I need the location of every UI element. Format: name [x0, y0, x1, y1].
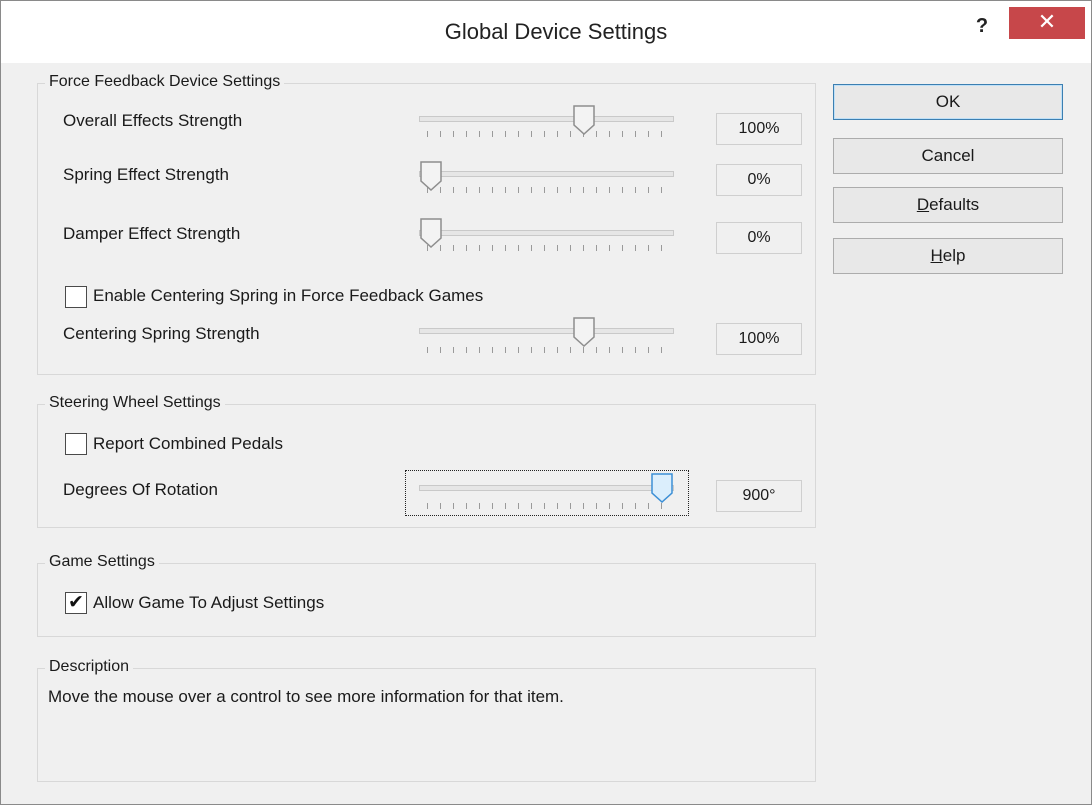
ok-button[interactable]: OK: [833, 84, 1063, 120]
degrees-of-rotation-label: Degrees Of Rotation: [63, 480, 218, 499]
title-bar: Global Device Settings ? ✕: [1, 1, 1091, 63]
centering-spring-slider[interactable]: [419, 328, 674, 334]
cancel-button[interactable]: Cancel: [833, 138, 1063, 174]
damper-effect-slider[interactable]: [419, 230, 674, 236]
checkmark-icon: ✔: [68, 592, 84, 613]
dialog-window: Global Device Settings ? ✕ Force Feedbac…: [0, 0, 1092, 805]
force-feedback-group-title: Force Feedback Device Settings: [45, 73, 285, 91]
report-combined-pedals-label[interactable]: Report Combined Pedals: [93, 434, 283, 454]
window-title: Global Device Settings: [444, 19, 668, 44]
enable-centering-spring-label[interactable]: Enable Centering Spring in Force Feedbac…: [93, 286, 483, 306]
damper-effect-slider-thumb[interactable]: [420, 218, 442, 248]
defaults-button-label: Defaults: [916, 195, 980, 214]
spring-effect-slider-thumb[interactable]: [420, 161, 442, 191]
overall-effects-label: Overall Effects Strength: [63, 111, 243, 130]
help-button[interactable]: Help: [833, 238, 1063, 274]
defaults-button[interactable]: Defaults: [833, 187, 1063, 223]
description-group: [37, 668, 816, 782]
degrees-of-rotation-ticks: [427, 503, 667, 509]
enable-centering-spring-checkbox[interactable]: [65, 286, 87, 308]
description-text: Move the mouse over a control to see mor…: [48, 687, 564, 706]
centering-spring-ticks: [427, 347, 667, 353]
spring-effect-label: Spring Effect Strength: [63, 165, 230, 184]
help-button-label: Help: [930, 246, 966, 265]
degrees-of-rotation-value: 900°: [716, 480, 802, 512]
degrees-of-rotation-slider-thumb[interactable]: [651, 473, 673, 503]
game-settings-group-title: Game Settings: [45, 553, 159, 571]
report-combined-pedals-checkbox[interactable]: [65, 433, 87, 455]
help-icon[interactable]: ?: [961, 11, 1003, 41]
description-group-title: Description: [45, 658, 134, 676]
overall-effects-slider-thumb[interactable]: [573, 105, 595, 135]
overall-effects-value: 100%: [716, 113, 802, 145]
allow-game-adjust-label[interactable]: Allow Game To Adjust Settings: [93, 593, 324, 613]
close-icon[interactable]: ✕: [1009, 7, 1085, 39]
spring-effect-value: 0%: [716, 164, 802, 196]
centering-spring-value: 100%: [716, 323, 802, 355]
degrees-of-rotation-slider[interactable]: [419, 485, 674, 491]
overall-effects-slider[interactable]: [419, 116, 674, 122]
centering-spring-slider-thumb[interactable]: [573, 317, 595, 347]
allow-game-adjust-checkbox[interactable]: ✔: [65, 592, 87, 614]
steering-wheel-group-title: Steering Wheel Settings: [45, 394, 225, 412]
degrees-of-rotation-focus: [405, 470, 689, 516]
damper-effect-label: Damper Effect Strength: [63, 224, 241, 243]
damper-effect-value: 0%: [716, 222, 802, 254]
spring-effect-ticks: [427, 187, 667, 193]
overall-effects-ticks: [427, 131, 667, 137]
damper-effect-ticks: [427, 245, 667, 251]
spring-effect-slider[interactable]: [419, 171, 674, 177]
centering-spring-label: Centering Spring Strength: [63, 324, 260, 343]
